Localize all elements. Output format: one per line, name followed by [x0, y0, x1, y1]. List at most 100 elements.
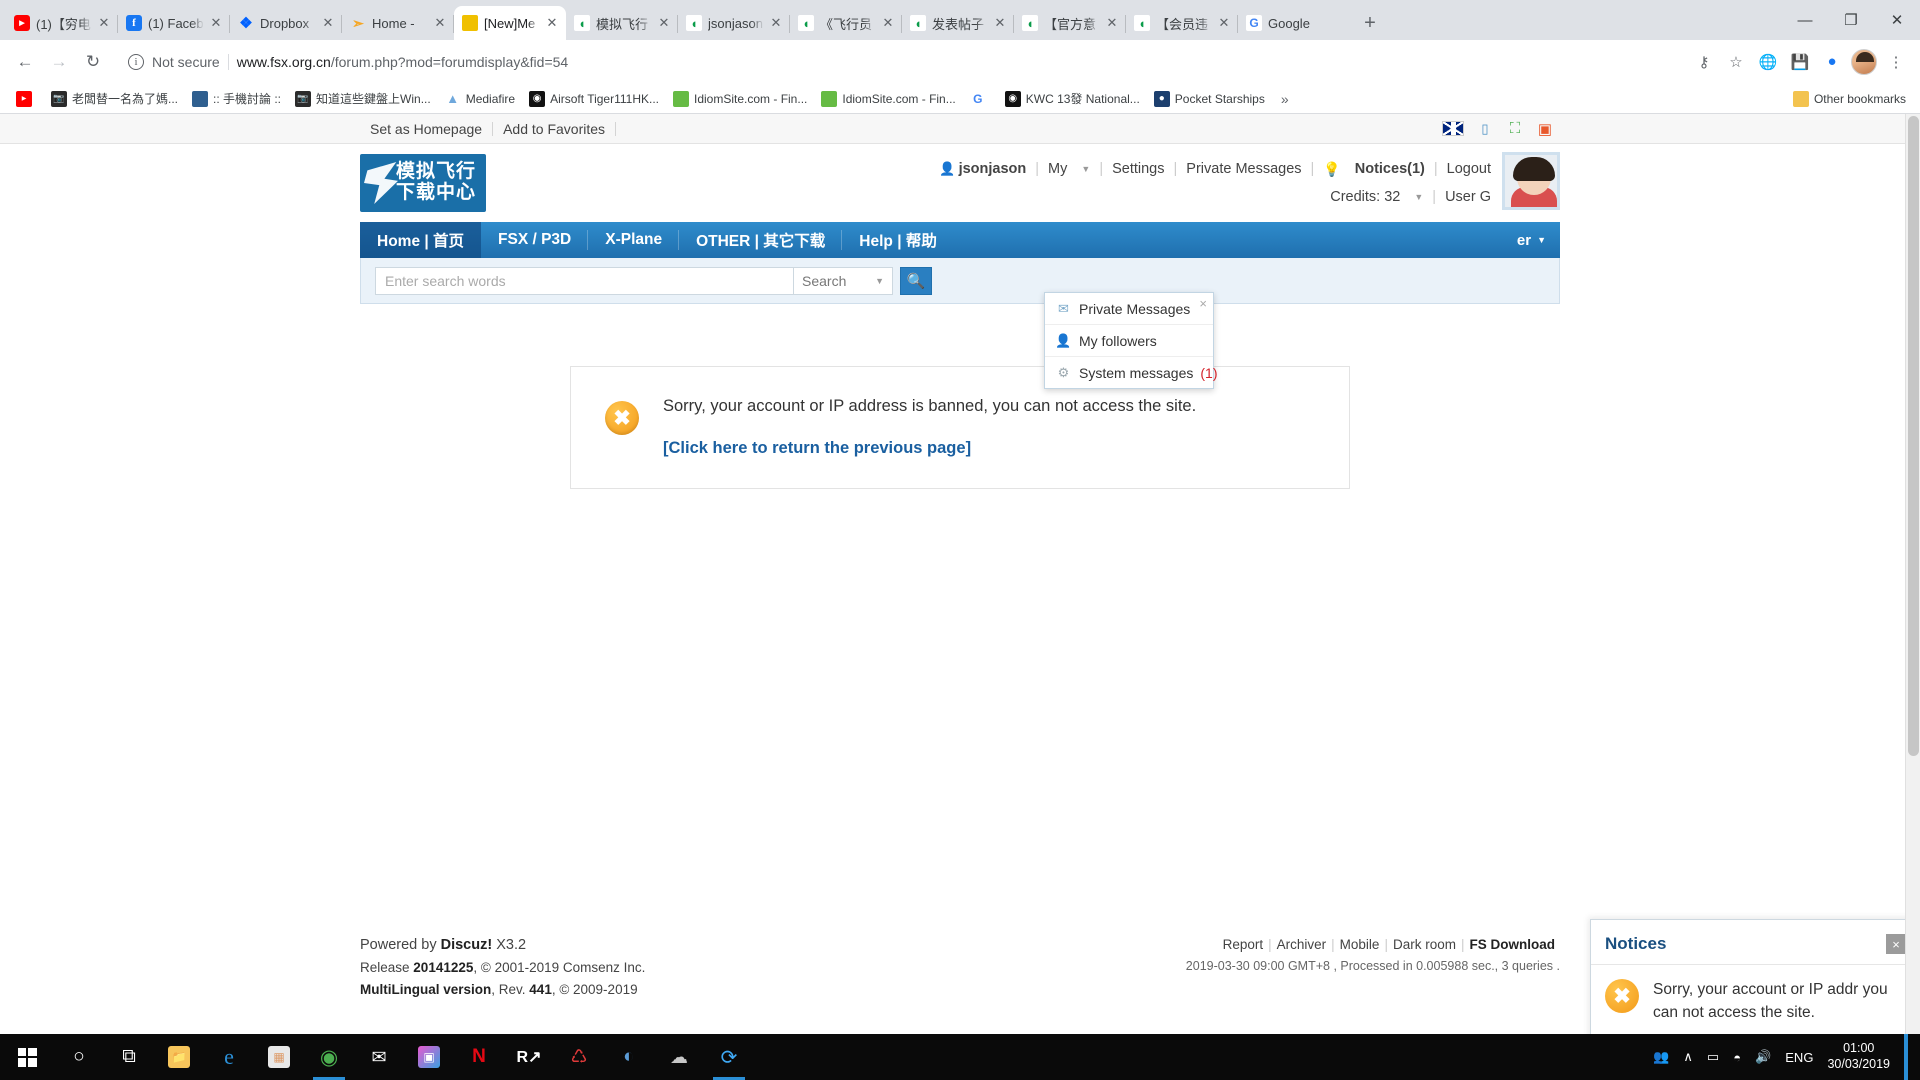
tab-close-icon[interactable]: ✕: [658, 15, 670, 31]
logout-link[interactable]: Logout: [1440, 161, 1498, 177]
chevron-down-icon[interactable]: ▼: [1074, 164, 1097, 174]
info-icon[interactable]: i: [128, 53, 144, 70]
shield-icon[interactable]: ♺: [554, 1034, 604, 1080]
rm-icon[interactable]: R↗: [504, 1034, 554, 1080]
tab-close-icon[interactable]: ✕: [322, 15, 334, 31]
file-explorer-icon[interactable]: 📁: [154, 1034, 204, 1080]
bookmark-item[interactable]: ● Pocket Starships: [1148, 88, 1271, 110]
start-button[interactable]: [0, 1034, 54, 1080]
forward-button[interactable]: →: [44, 47, 74, 77]
bookmarks-overflow-button[interactable]: »: [1273, 91, 1297, 107]
bookmark-item[interactable]: 老闆替一名為了媽...: [45, 87, 184, 110]
settings-link[interactable]: Settings: [1105, 161, 1171, 177]
search-button[interactable]: 🔍: [900, 266, 932, 295]
footer-link-fs-download[interactable]: FS Download: [1465, 937, 1561, 952]
browser-tab[interactable]: ◖ 模拟飞行 ✕: [566, 6, 678, 40]
teams-icon[interactable]: ◐: [604, 1034, 654, 1080]
fullscreen-icon[interactable]: ⛶: [1506, 120, 1524, 138]
volume-icon[interactable]: 🔊: [1755, 1049, 1771, 1065]
my-menu-link[interactable]: My: [1041, 161, 1074, 177]
notices-item-system-messages[interactable]: ⚙ System messages (1): [1045, 357, 1218, 388]
netflix-icon[interactable]: N: [454, 1034, 504, 1080]
task-view-icon[interactable]: ⧉: [104, 1034, 154, 1080]
profile-avatar[interactable]: [1850, 48, 1878, 76]
bookmark-item[interactable]: 知道這些鍵盤上Win...: [289, 87, 437, 110]
page-scrollbar[interactable]: [1905, 114, 1920, 1076]
nav-item-other[interactable]: OTHER | 其它下载: [679, 222, 843, 258]
chevron-up-icon[interactable]: ∧: [1683, 1049, 1693, 1065]
set-as-homepage-link[interactable]: Set as Homepage: [360, 121, 492, 137]
browser-tab[interactable]: ◖ 【会员违 ✕: [1126, 6, 1238, 40]
new-tab-button[interactable]: +: [1356, 9, 1384, 37]
language-indicator[interactable]: ENG: [1785, 1050, 1813, 1065]
footer-link-report[interactable]: Report: [1218, 937, 1269, 952]
taskbar-search-icon[interactable]: ○: [54, 1034, 104, 1080]
search-input[interactable]: Enter search words: [375, 266, 793, 295]
tab-close-icon[interactable]: ✕: [98, 15, 110, 31]
bookmark-item[interactable]: [10, 88, 43, 110]
footer-link-dark-room[interactable]: Dark room: [1388, 937, 1461, 952]
bookmark-item[interactable]: ◉ Airsoft Tiger111HK...: [523, 88, 665, 110]
browser-tab[interactable]: G Google: [1238, 6, 1350, 40]
people-icon[interactable]: 👥: [1653, 1049, 1669, 1065]
notices-link[interactable]: Notices(1): [1348, 161, 1432, 177]
user-groups-link[interactable]: User G: [1438, 189, 1498, 205]
photos-icon[interactable]: ▣: [404, 1034, 454, 1080]
maximize-button[interactable]: ❐: [1828, 0, 1874, 40]
address-bar[interactable]: i Not secure www.fsx.org.cn/forum.php?mo…: [118, 48, 1680, 76]
credits-link[interactable]: Credits: 32: [1323, 189, 1407, 205]
store-icon[interactable]: ▦: [254, 1034, 304, 1080]
private-messages-link[interactable]: Private Messages: [1179, 161, 1308, 177]
add-to-favorites-link[interactable]: Add to Favorites: [493, 121, 615, 137]
password-key-icon[interactable]: ⚷: [1690, 48, 1718, 76]
nav-item-fsx-p3d[interactable]: FSX / P3D: [481, 222, 589, 258]
browser-tab-active[interactable]: [New]Me ✕: [454, 6, 566, 40]
sync-icon[interactable]: ⟳: [704, 1034, 754, 1080]
bookmark-item[interactable]: IdiomSite.com - Fin...: [815, 88, 961, 110]
chrome-menu-icon[interactable]: ⋮: [1882, 48, 1910, 76]
close-window-button[interactable]: ✕: [1874, 0, 1920, 40]
bookmark-star-icon[interactable]: ☆: [1722, 48, 1750, 76]
site-logo[interactable]: 模拟飞行 下载中心: [360, 154, 486, 212]
cloud-icon[interactable]: ☁: [654, 1034, 704, 1080]
nav-item-xplane[interactable]: X-Plane: [588, 222, 679, 258]
globe-extension-icon[interactable]: 🌐: [1754, 48, 1782, 76]
tab-close-icon[interactable]: ✕: [770, 15, 782, 31]
nav-item-home[interactable]: Home | 首页: [360, 222, 482, 258]
username-link[interactable]: jsonjason: [959, 161, 1034, 177]
browser-tab[interactable]: ➣ Home - ✕: [342, 6, 454, 40]
browser-tab[interactable]: ◖ 【官方意 ✕: [1014, 6, 1126, 40]
rss-icon[interactable]: ▣: [1536, 120, 1554, 138]
wifi-icon[interactable]: ◓: [1733, 1050, 1741, 1065]
close-icon[interactable]: ×: [1199, 296, 1207, 311]
minimize-button[interactable]: —: [1782, 0, 1828, 40]
discuz-link[interactable]: Discuz!: [441, 937, 493, 953]
nav-item-help[interactable]: Help | 帮助: [842, 222, 954, 258]
return-previous-page-link[interactable]: [Click here to return the previous page]: [663, 439, 1196, 458]
mail-icon[interactable]: ✉: [354, 1034, 404, 1080]
mobile-icon[interactable]: ▯: [1476, 120, 1494, 138]
browser-tab[interactable]: ◖ 《飞行员 ✕: [790, 6, 902, 40]
tab-close-icon[interactable]: ✕: [1218, 15, 1230, 31]
facebook-extension-icon[interactable]: ●: [1818, 48, 1846, 76]
battery-icon[interactable]: ▭: [1707, 1049, 1719, 1065]
save-extension-icon[interactable]: 💾: [1786, 48, 1814, 76]
tab-close-icon[interactable]: ✕: [1106, 15, 1118, 31]
bookmark-item[interactable]: :: 手機討論 ::: [186, 87, 287, 110]
browser-tab[interactable]: f (1) Facebo ✕: [118, 6, 230, 40]
tab-close-icon[interactable]: ✕: [210, 15, 222, 31]
close-icon[interactable]: ×: [1886, 934, 1906, 955]
clock[interactable]: 01:00 30/03/2019: [1827, 1041, 1890, 1072]
back-button[interactable]: ←: [10, 47, 40, 77]
search-scope-select[interactable]: Search ▼: [793, 266, 893, 295]
notices-item-private-messages[interactable]: ✉ Private Messages: [1045, 293, 1213, 325]
reload-button[interactable]: ↻: [78, 47, 108, 77]
footer-link-archiver[interactable]: Archiver: [1272, 937, 1332, 952]
scrollbar-thumb[interactable]: [1908, 116, 1919, 756]
notices-item-my-followers[interactable]: 👤 My followers: [1045, 325, 1213, 357]
browser-tab[interactable]: ◖ jsonjason ✕: [678, 6, 790, 40]
tab-close-icon[interactable]: ✕: [434, 15, 446, 31]
bookmark-item[interactable]: ▲ Mediafire: [439, 88, 521, 110]
bookmark-item[interactable]: IdiomSite.com - Fin...: [667, 88, 813, 110]
tab-close-icon[interactable]: ✕: [882, 15, 894, 31]
